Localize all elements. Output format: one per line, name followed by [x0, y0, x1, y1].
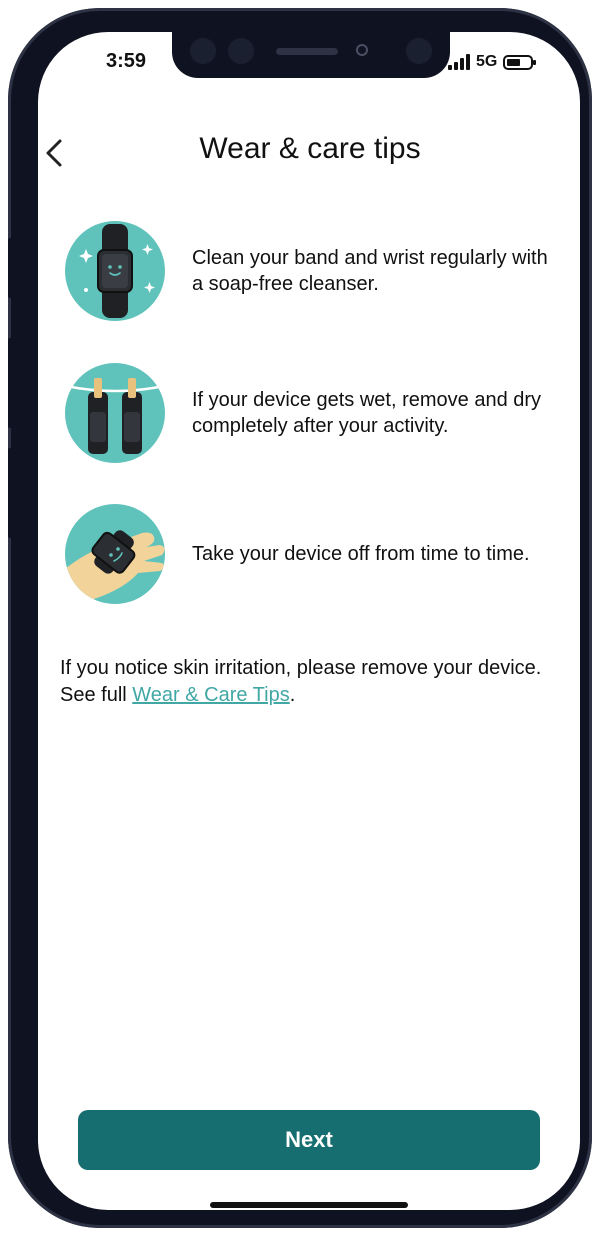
front-camera [356, 44, 368, 56]
status-indicators: 5G [448, 50, 537, 74]
back-button[interactable] [40, 133, 70, 173]
chevron-left-icon [46, 139, 62, 167]
phone-side-button [8, 338, 13, 428]
phone-side-button [8, 238, 13, 298]
battery-icon [503, 54, 537, 70]
tip-text: Clean your band and wrist regularly with… [192, 247, 548, 295]
phone-screen [38, 32, 580, 1210]
tip-text: Take your device off from time to time. [192, 543, 530, 565]
skin-irritation-note: If you notice skin irritation, please re… [60, 655, 560, 709]
phone-side-button [8, 448, 13, 538]
next-button[interactable]: Next [78, 1110, 540, 1170]
bands-drying-icon [65, 363, 165, 463]
page-title: Wear & care tips [199, 132, 421, 165]
home-indicator[interactable] [210, 1202, 408, 1208]
note-suffix: . [289, 684, 296, 706]
speaker-grille [276, 48, 338, 55]
tip-item: If your device gets wet, remove and dry … [64, 362, 564, 464]
tip-item: Take your device off from time to time. [64, 503, 564, 605]
tip-text: If your device gets wet, remove and dry … [192, 389, 542, 437]
phone-notch [172, 24, 450, 78]
wear-care-tips-link[interactable]: Wear & Care Tips [132, 684, 289, 706]
band-clean-icon [65, 221, 165, 321]
app-screenshot: 3:59 5G Wear & care tips Clean your band… [0, 0, 600, 1234]
signal-icon [448, 54, 470, 70]
network-label: 5G [476, 53, 498, 70]
hand-device-icon [65, 504, 165, 604]
tip-item: Clean your band and wrist regularly with… [64, 220, 564, 322]
status-time: 3:59 [106, 50, 147, 72]
